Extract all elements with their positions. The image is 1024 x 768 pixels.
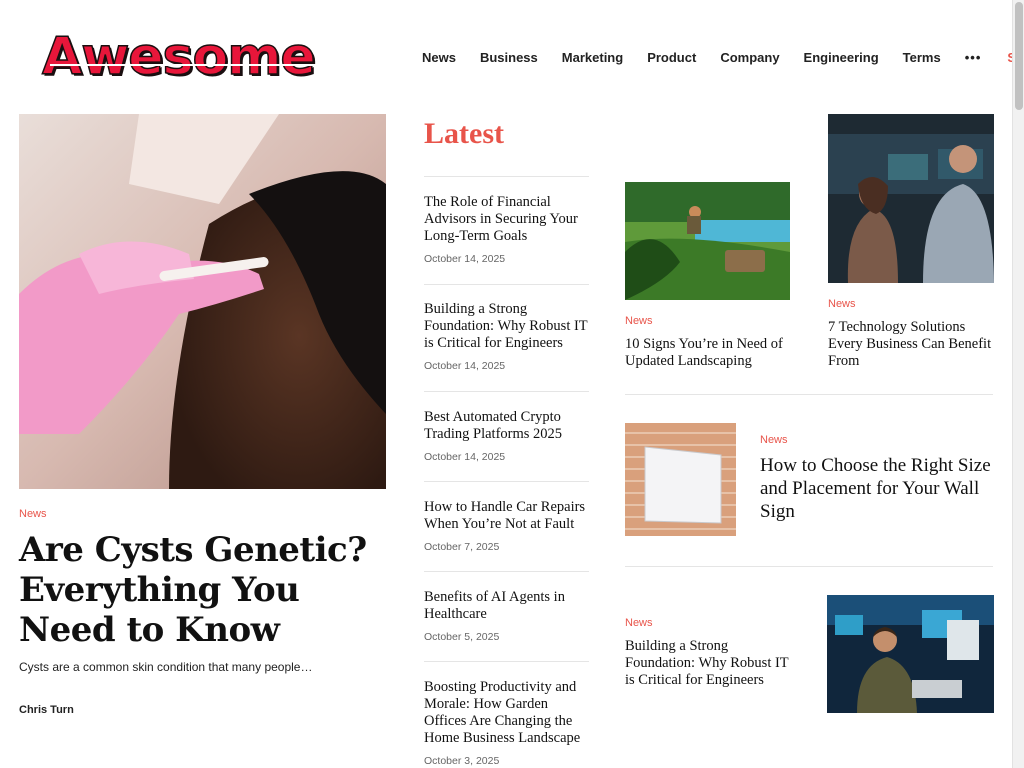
latest-item-title[interactable]: Benefits of AI Agents in Healthcare <box>424 589 589 623</box>
svg-text:Awesome: Awesome <box>42 27 315 86</box>
featured-image[interactable] <box>19 114 386 489</box>
nav-engineering[interactable]: Engineering <box>804 50 879 65</box>
latest-item-title[interactable]: The Role of Financial Advisors in Securi… <box>424 194 589 245</box>
wall-sign-photo-illustration <box>625 423 736 536</box>
featured-excerpt: Cysts are a common skin condition that m… <box>19 660 313 674</box>
featured-category[interactable]: News <box>19 508 47 520</box>
featured-title[interactable]: Are Cysts Genetic? Everything You Need t… <box>19 530 389 650</box>
latest-item-title[interactable]: Building a Strong Foundation: Why Robust… <box>424 301 589 352</box>
site-header: Awesome Awesome News Business Marketing … <box>0 0 1024 110</box>
latest-item-title[interactable]: Best Automated Crypto Trading Platforms … <box>424 409 589 443</box>
latest-item-date: October 5, 2025 <box>424 631 500 643</box>
nav-product[interactable]: Product <box>647 50 696 65</box>
latest-item-title[interactable]: Boosting Productivity and Morale: How Ga… <box>424 679 589 747</box>
main-nav: News Business Marketing Product Company … <box>410 50 1024 65</box>
latest-item-title[interactable]: How to Handle Car Repairs When You’re No… <box>424 499 589 533</box>
more-menu-icon[interactable]: ••• <box>965 50 982 65</box>
nav-business[interactable]: Business <box>480 50 538 65</box>
latest-list: The Role of Financial Advisors in Securi… <box>424 176 589 768</box>
latest-item: Building a Strong Foundation: Why Robust… <box>424 284 589 391</box>
landscaping-image[interactable] <box>625 182 790 300</box>
section-divider <box>625 394 993 395</box>
featured-author[interactable]: Chris Turn <box>19 704 74 716</box>
latest-item: Best Automated Crypto Trading Platforms … <box>424 391 589 481</box>
latest-heading: Latest <box>424 117 504 150</box>
section-divider <box>625 566 993 567</box>
landscaping-title[interactable]: 10 Signs You’re in Need of Updated Lands… <box>625 336 790 370</box>
technology-image[interactable] <box>828 114 994 283</box>
wall-sign-image[interactable] <box>625 423 736 536</box>
nav-company[interactable]: Company <box>720 50 779 65</box>
technology-category[interactable]: News <box>828 298 856 310</box>
latest-item-date: October 14, 2025 <box>424 360 506 372</box>
scrollbar-thumb[interactable] <box>1015 2 1023 110</box>
featured-photo-illustration <box>19 114 386 489</box>
page-scrollbar[interactable] <box>1012 0 1024 768</box>
wall-sign-title[interactable]: How to Choose the Right Size and Placeme… <box>760 454 994 523</box>
site-logo[interactable]: Awesome Awesome <box>40 24 358 86</box>
landscaping-category[interactable]: News <box>625 315 653 327</box>
latest-item: Boosting Productivity and Morale: How Ga… <box>424 661 589 768</box>
it-engineers-title[interactable]: Building a Strong Foundation: Why Robust… <box>625 638 791 689</box>
nav-marketing[interactable]: Marketing <box>562 50 623 65</box>
wall-sign-category[interactable]: News <box>760 434 788 446</box>
latest-item: The Role of Financial Advisors in Securi… <box>424 176 589 284</box>
latest-item-date: October 14, 2025 <box>424 451 506 463</box>
latest-item-date: October 3, 2025 <box>424 755 500 767</box>
latest-item: Benefits of AI Agents in Healthcare Octo… <box>424 571 589 661</box>
latest-item-date: October 14, 2025 <box>424 253 506 265</box>
it-engineers-photo-illustration <box>827 595 994 713</box>
technology-title[interactable]: 7 Technology Solutions Every Business Ca… <box>828 319 994 370</box>
latest-item-date: October 7, 2025 <box>424 541 500 553</box>
it-engineers-category[interactable]: News <box>625 617 653 629</box>
latest-item: How to Handle Car Repairs When You’re No… <box>424 481 589 571</box>
nav-terms[interactable]: Terms <box>903 50 941 65</box>
it-engineers-image[interactable] <box>827 595 994 713</box>
technology-photo-illustration <box>828 114 994 283</box>
nav-news[interactable]: News <box>422 50 456 65</box>
landscaping-photo-illustration <box>625 182 790 300</box>
